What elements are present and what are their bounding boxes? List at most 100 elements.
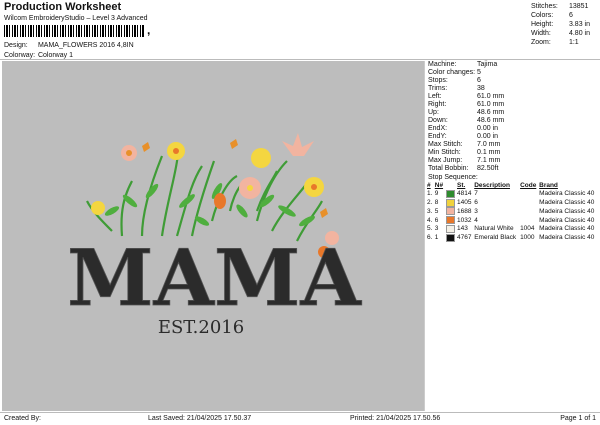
stop-stitches: 4767 [457, 233, 472, 241]
stop-code: 1004 [520, 225, 535, 233]
stop-row: 2. 8 1405 6 Madeira Classic 40 [426, 198, 598, 208]
design-preview: MAMA EST.2016 [2, 61, 424, 411]
machine-info-row: Right: 61.0 mm [426, 101, 598, 109]
stop-code: 1000 [520, 233, 535, 241]
machine-info: Machine: Tajima Color changes: 5 Stops: 6 Trim… [426, 61, 598, 173]
flower-orange-1 [214, 193, 226, 209]
stop-column-header: Code [520, 182, 537, 189]
flower-pink-3 [282, 133, 314, 156]
summary-key: Stitches: [530, 3, 558, 10]
stop-description: 3 [474, 207, 478, 215]
stop-needle: 1 [434, 233, 439, 241]
stop-needle: 3 [434, 225, 439, 233]
footer: Created By: Last Saved: 21/04/2025 17.50… [0, 412, 600, 425]
stop-brand: Madeira Classic 40 [539, 190, 595, 198]
summary-value: 3.83 in [568, 21, 590, 28]
summary-value: 4.80 in [568, 30, 590, 37]
machine-info-key: Right: [428, 101, 447, 108]
stop-row: 1. 9 4814 7 Madeira Classic 40 [426, 190, 598, 199]
summary-row: Width: 4.80 in [529, 29, 592, 38]
stop-description: 6 [474, 199, 478, 207]
stop-column-header: Description [474, 182, 510, 189]
stop-brand: Madeira Classic 40 [539, 216, 595, 224]
header-divider [0, 59, 600, 60]
machine-info-value: 61.0 mm [477, 93, 505, 100]
stop-column-header: St. [457, 182, 466, 189]
machine-info-value: 0.00 in [477, 125, 499, 132]
design-row: Design: MAMA_FLOWERS 2016 4,8IN [4, 41, 134, 50]
stems [86, 152, 323, 242]
machine-info-value: 5 [477, 69, 481, 76]
stop-description: Emerald Black [474, 233, 517, 241]
stop-index: 5. [427, 225, 433, 233]
stop-needle: 5 [434, 207, 439, 215]
flower-yellow-4 [91, 201, 105, 215]
machine-info-value: 0.1 mm [477, 149, 501, 156]
machine-info-key: Max Jump: [428, 157, 463, 164]
info-panel: Machine: Tajima Color changes: 5 Stops: 6 Trim… [426, 61, 598, 411]
stop-column-header [445, 182, 456, 190]
machine-info-row: Max Stitch: 7.0 mm [426, 141, 598, 149]
color-swatch [445, 190, 455, 198]
butterfly-3 [320, 208, 328, 218]
machine-info-value: 7.0 mm [477, 141, 501, 148]
stop-stitches: 143 [457, 225, 468, 233]
stop-swatch-cell [445, 224, 456, 234]
stop-index: 1. [427, 190, 433, 198]
barcode [4, 25, 144, 37]
stop-row: 6. 1 4767 Emerald Black 1000 Madeira Classic … [426, 233, 598, 243]
machine-info-row: Left: 61.0 mm [426, 93, 598, 101]
embroidery-design: MAMA EST.2016 [67, 133, 363, 338]
footer-page: Page 1 of 1 [560, 415, 596, 422]
stop-description: Natural White [474, 225, 514, 233]
machine-info-key: Min Stitch: [428, 149, 461, 156]
stop-description: 7 [474, 190, 478, 198]
machine-info-value: 7.1 mm [477, 157, 501, 164]
machine-info-value: 48.6 mm [477, 117, 505, 124]
machine-info-row: Max Jump: 7.1 mm [426, 157, 598, 165]
machine-info-key: EndY: [428, 133, 447, 140]
butterfly-2 [230, 139, 238, 149]
stop-swatch-cell [445, 198, 456, 208]
machine-info-key: Total Bobbin: [428, 165, 469, 172]
stop-swatch-cell [445, 190, 456, 199]
stop-brand: Madeira Classic 40 [539, 233, 595, 241]
machine-info-key: EndX: [428, 125, 448, 132]
flower-yellow-2 [251, 148, 271, 168]
stop-code [519, 199, 538, 208]
summary-table: Stitches: 13851 Colors: 6 Height: 3.83 in Widt… [529, 2, 592, 47]
stop-index: 2. [427, 199, 433, 207]
stop-brand: Madeira Classic 40 [539, 225, 595, 233]
summary-value: 6 [568, 12, 573, 19]
machine-info-key: Left: [428, 93, 442, 100]
machine-info-key: Machine: [428, 61, 457, 68]
machine-info-value: 0.00 in [477, 133, 499, 140]
footer-created-by: Created By: [4, 415, 41, 422]
stop-stitches: 1405 [457, 199, 472, 207]
machine-info-value: 6 [477, 77, 481, 84]
summary-row: Stitches: 13851 [529, 2, 592, 11]
machine-info-row: Trims: 38 [426, 85, 598, 93]
summary-row: Zoom: 1:1 [529, 38, 592, 47]
software-subtitle: Wilcom EmbroideryStudio – Level 3 Advanc… [4, 15, 148, 22]
stop-code [519, 216, 538, 225]
color-swatch [445, 216, 455, 225]
stop-column-header: # [427, 182, 431, 189]
machine-info-row: Up: 48.6 mm [426, 109, 598, 117]
stop-swatch-cell [445, 207, 456, 216]
barcode-tail: , [147, 23, 151, 37]
machine-info-row: Down: 48.6 mm [426, 117, 598, 125]
flower-pink-2 [239, 177, 261, 199]
machine-info-row: Total Bobbin: 82.50ft [426, 165, 598, 173]
colorway-value: Colorway 1 [37, 52, 73, 59]
footer-printed: Printed: 21/04/2025 17.50.56 [350, 415, 441, 422]
stop-code [519, 190, 538, 199]
design-word: MAMA [67, 233, 362, 324]
summary-key: Zoom: [530, 39, 551, 46]
stop-needle: 8 [434, 199, 439, 207]
stop-index: 3. [427, 207, 433, 215]
stop-code [519, 207, 538, 216]
stop-sequence-header-row: # N# St. Description Code Brand [426, 182, 598, 190]
leaves [104, 183, 315, 227]
stop-row: 4. 6 1032 4 Madeira Classic 40 [426, 216, 598, 225]
